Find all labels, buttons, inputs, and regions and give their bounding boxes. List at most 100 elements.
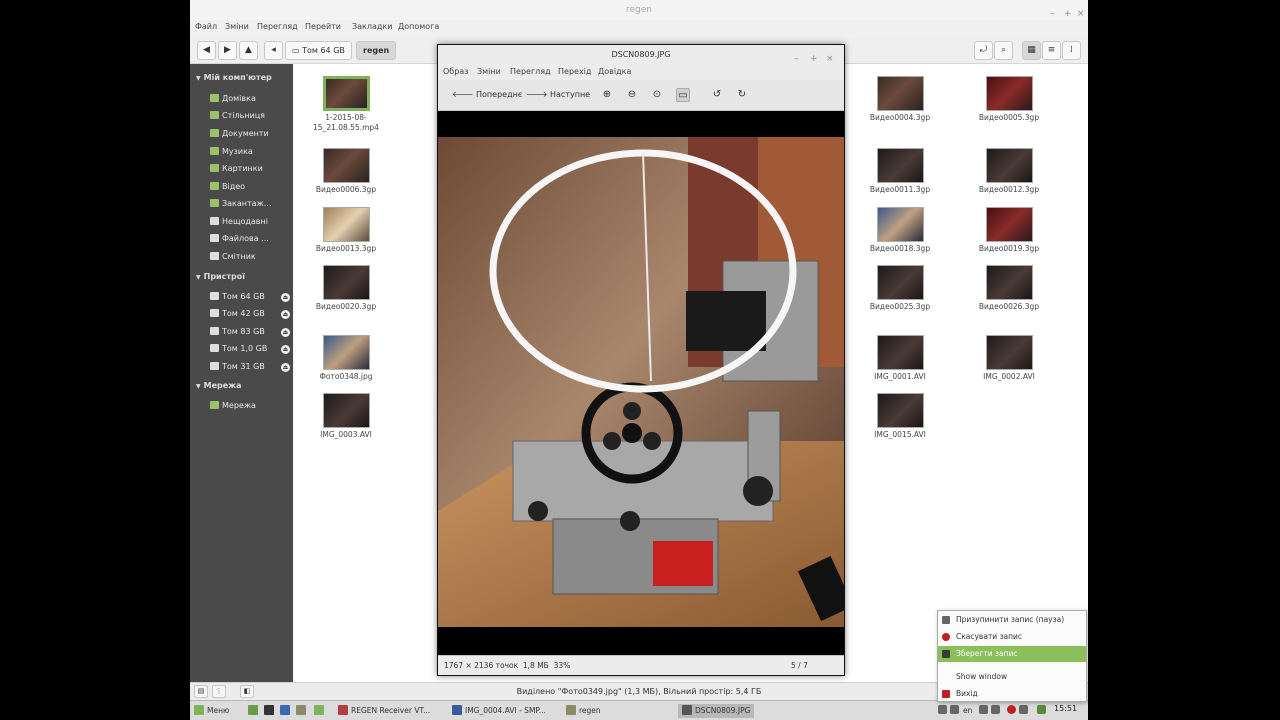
sidebar-item-volume-64[interactable]: Том 64 GB	[210, 292, 265, 301]
keyboard-layout[interactable]: en	[963, 704, 972, 718]
launcher-browser[interactable]	[280, 704, 293, 718]
toggle-location-button[interactable]: ⤾	[974, 41, 993, 60]
tray-network-icon[interactable]	[979, 705, 988, 714]
file-item[interactable]: Видео0025.3gp	[850, 265, 950, 312]
rotate-right-icon[interactable]: ↻	[735, 88, 749, 102]
menu-image[interactable]: Образ	[443, 67, 468, 76]
taskbar-window-smplayer[interactable]: IMG_0004.AVI - SMP...	[452, 704, 546, 718]
menu-help[interactable]: Допомога	[398, 22, 439, 31]
launcher-folder[interactable]	[296, 704, 309, 718]
zoom-normal-icon[interactable]: ⊙	[650, 88, 664, 102]
next-button[interactable]: 🡒 Наступне	[526, 89, 590, 99]
previous-button[interactable]: 🡐 Попереднє	[452, 89, 522, 99]
eject-icon[interactable]: ⏏	[281, 345, 290, 354]
file-item[interactable]: Видео0018.3gp	[850, 207, 950, 254]
file-item[interactable]: Видео0012.3gp	[959, 148, 1059, 195]
file-item[interactable]: Видео0013.3gp	[296, 207, 396, 254]
menu-edit[interactable]: Зміни	[477, 67, 501, 76]
list-view-button[interactable]: ≡	[1042, 41, 1061, 60]
menu-file[interactable]: Файл	[195, 22, 217, 31]
sidebar-item-volume-42[interactable]: Том 42 GB	[210, 309, 265, 318]
sidebar-item-trash[interactable]: Смітник	[210, 252, 256, 261]
forward-button[interactable]: ▶	[218, 41, 237, 60]
breadcrumb-regen[interactable]: regen	[356, 41, 397, 60]
eject-icon[interactable]: ⏏	[281, 328, 290, 337]
sidebar-item-volume-83[interactable]: Том 83 GB	[210, 327, 265, 336]
menu-edit[interactable]: Зміни	[225, 22, 249, 31]
file-item[interactable]: Фото0348.jpg	[296, 335, 396, 382]
file-item[interactable]: 1-2015-08-15_21.08.55.mp4	[296, 76, 396, 133]
photo-canvas[interactable]	[438, 111, 854, 655]
eject-icon[interactable]: ⏏	[281, 363, 290, 372]
menu-go[interactable]: Перехід	[558, 67, 591, 76]
taskbar-window-label: REGEN Receiver VT...	[351, 706, 431, 715]
file-item[interactable]: Видео0026.3gp	[959, 265, 1059, 312]
video-thumbnail	[322, 393, 370, 428]
sidebar-item-pictures[interactable]: Картинки	[210, 164, 263, 173]
search-button[interactable]: ⌕	[994, 41, 1013, 60]
sidebar-item-videos[interactable]: Відео	[210, 182, 245, 191]
window-titlebar[interactable]: regen – + ×	[190, 0, 1088, 20]
menu-view[interactable]: Перегляд	[510, 67, 551, 76]
file-item[interactable]: Видео0004.3gp	[850, 76, 950, 123]
taskbar-window-regen-folder[interactable]: regen	[566, 704, 601, 718]
sidebar-item-documents[interactable]: Документи	[210, 129, 269, 138]
breadcrumb-volume[interactable]: ▭ Том 64 GB	[285, 41, 352, 60]
tray-upload-icon[interactable]	[938, 705, 947, 714]
exit-item[interactable]: Вихід	[938, 686, 1086, 702]
file-item[interactable]: Видео0005.3gp	[959, 76, 1059, 123]
sidebar-item-downloads[interactable]: Закантаж...	[210, 199, 271, 208]
save-recording-item[interactable]: Зберегти запис	[938, 646, 1086, 662]
tray-update-icon[interactable]	[1037, 705, 1046, 714]
launcher-terminal[interactable]	[264, 704, 277, 718]
file-item[interactable]: Видео0011.3gp	[850, 148, 950, 195]
sidebar-item-recent[interactable]: Нещодавні	[210, 217, 268, 226]
zoom-out-icon[interactable]: ⊖	[625, 88, 639, 102]
sidebar-item-home[interactable]: Домівка	[210, 94, 256, 103]
file-item[interactable]: IMG_0015.AVI	[850, 393, 950, 440]
launcher-files[interactable]	[314, 704, 327, 718]
tray-keyboard-icon[interactable]	[950, 705, 959, 714]
eject-icon[interactable]: ⏏	[281, 293, 290, 302]
sidebar-item-network[interactable]: Мережа	[210, 401, 256, 410]
pause-recording-item[interactable]: Призупинити запис (пауза)	[938, 612, 1086, 628]
show-window-item[interactable]: Show window	[938, 669, 1086, 685]
viewer-titlebar[interactable]: DSCN0809.JPG – + ×	[438, 45, 844, 65]
file-item[interactable]: Видео0020.3gp	[296, 265, 396, 312]
taskbar-window-image-viewer[interactable]: DSCN0809.JPG	[678, 704, 755, 718]
taskbar-window-regen-receiver[interactable]: REGEN Receiver VT...	[338, 704, 430, 718]
tray-volume-icon[interactable]	[991, 705, 1000, 714]
icon-view-button[interactable]: ▦	[1022, 41, 1041, 60]
path-left-button[interactable]: ◂	[264, 41, 283, 60]
clock[interactable]: 15:51	[1054, 704, 1077, 713]
back-button[interactable]: ◀	[197, 41, 216, 60]
file-item[interactable]: Видео0006.3gp	[296, 148, 396, 195]
file-item[interactable]: Видео0019.3gp	[959, 207, 1059, 254]
up-button[interactable]: ▲	[239, 41, 258, 60]
eject-icon[interactable]: ⏏	[281, 310, 290, 319]
sidebar-item-desktop[interactable]: Стільниця	[210, 111, 265, 120]
file-item[interactable]: IMG_0003.AVI	[296, 393, 396, 440]
menu-help[interactable]: Довідка	[598, 67, 631, 76]
zoom-fit-icon[interactable]: ▭	[676, 88, 690, 102]
rotate-left-icon[interactable]: ↺	[710, 88, 724, 102]
tray-record-icon[interactable]	[1007, 705, 1016, 714]
sidebar-section-computer[interactable]: ▼ Мій комп'ютер	[196, 73, 272, 82]
sidebar-section-devices[interactable]: ▼ Пристрої	[196, 272, 245, 281]
file-item[interactable]: IMG_0001.AVI	[850, 335, 950, 382]
cancel-recording-item[interactable]: Скасувати запис	[938, 629, 1086, 645]
compact-view-button[interactable]: ⁞	[1062, 41, 1081, 60]
sidebar-item-music[interactable]: Музика	[210, 147, 253, 156]
sidebar-item-filesystem[interactable]: Файлова ...	[210, 234, 269, 243]
menu-view[interactable]: Перегляд	[257, 22, 298, 31]
launcher-show-desktop[interactable]	[248, 704, 261, 718]
tray-user-icon[interactable]	[1019, 705, 1028, 714]
sidebar-item-volume-31[interactable]: Том 31 GB	[210, 362, 265, 371]
sidebar-section-network[interactable]: ▼ Мережа	[196, 381, 242, 390]
menu-bookmarks[interactable]: Закладки	[352, 22, 392, 31]
file-item[interactable]: IMG_0002.AVI	[959, 335, 1059, 382]
start-menu-button[interactable]: Меню	[194, 704, 229, 718]
menu-go[interactable]: Перейти	[305, 22, 341, 31]
zoom-in-icon[interactable]: ⊕	[600, 88, 614, 102]
sidebar-item-volume-1[interactable]: Том 1,0 GB	[210, 344, 267, 353]
